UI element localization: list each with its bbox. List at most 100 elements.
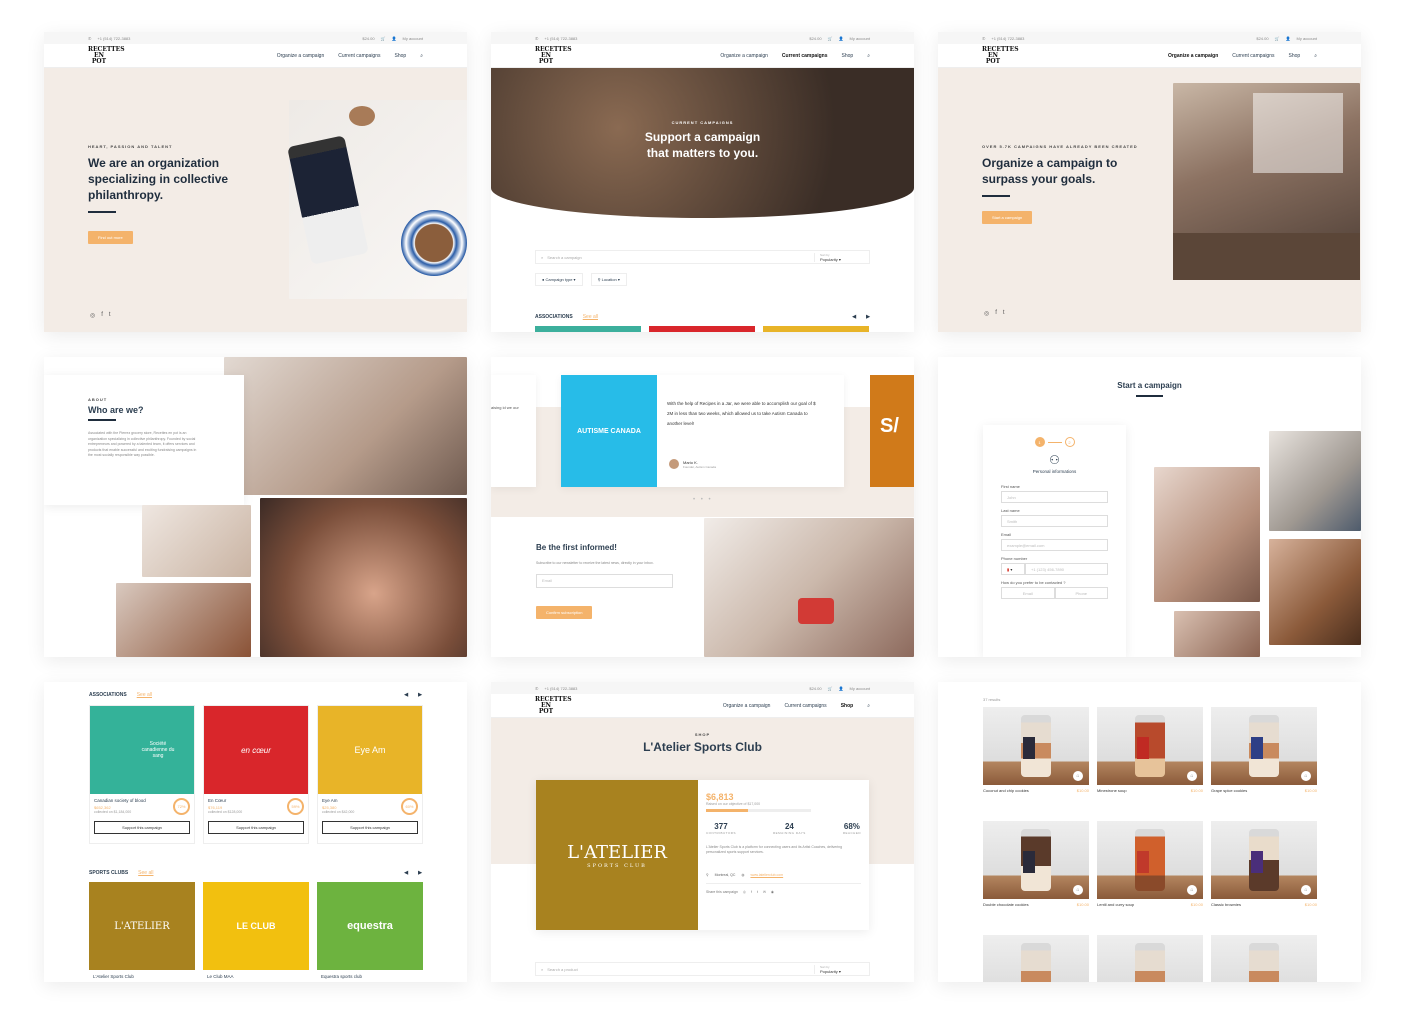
product-card[interactable]: ⌂ Double chocolate cookies $10.00 (983, 821, 1089, 911)
support-campaign-button[interactable]: Support this campaign (94, 821, 190, 834)
add-to-cart-icon[interactable]: ⌂ (1073, 771, 1083, 781)
account-link[interactable]: My account (403, 36, 423, 41)
cart-total[interactable]: $24.00 (362, 36, 374, 41)
cart-total[interactable]: $24.00 (809, 686, 821, 691)
see-all-link[interactable]: See all (583, 314, 598, 320)
product-card[interactable]: ⌂ Coconut and chip cookies $10.00 (983, 707, 1089, 797)
support-campaign-button[interactable]: Support this campaign (322, 821, 418, 834)
cart-icon[interactable]: 🛒 (1275, 36, 1280, 41)
account-link[interactable]: My account (850, 686, 870, 691)
start-campaign-button[interactable]: Start a campaign (982, 211, 1033, 224)
club-card[interactable]: L'ATELIER L'Atelier Sports Club (89, 882, 195, 982)
product-card[interactable]: ⌂ Grape spice cookies $10.00 (1211, 707, 1317, 797)
cart-total[interactable]: $24.00 (809, 36, 821, 41)
nav-shop[interactable]: Shop (1289, 53, 1301, 59)
contact-phone-option[interactable]: Phone (1054, 587, 1108, 599)
facebook-icon[interactable]: f (101, 312, 103, 319)
twitter-icon[interactable]: t (757, 890, 758, 894)
next-arrow-icon[interactable]: ▶ (418, 692, 422, 698)
campaign-website-link[interactable]: www.latelierclub.com (750, 873, 783, 877)
facebook-icon[interactable]: f (751, 890, 752, 894)
last-name-field[interactable]: Smith (1001, 515, 1108, 527)
product-card[interactable]: ⌂ Classic brownies $10.00 (1211, 821, 1317, 911)
first-name-field[interactable]: John (1001, 491, 1108, 503)
club-name[interactable]: Le Club MAA (203, 970, 309, 982)
carousel-dots[interactable]: • • • (693, 497, 713, 503)
club-name[interactable]: L'Atelier Sports Club (89, 970, 195, 982)
cart-icon[interactable]: 🛒 (828, 36, 833, 41)
logo[interactable]: RECETTES EN POT (535, 696, 572, 715)
contact-email-option[interactable]: Email (1001, 587, 1055, 599)
association-card[interactable] (649, 326, 755, 332)
pinterest-icon[interactable]: ◉ (771, 890, 774, 894)
account-link[interactable]: My account (850, 36, 870, 41)
next-testimonial-card[interactable]: S/ (870, 375, 914, 487)
campaign-type-filter[interactable]: ● Campaign type ▾ (535, 273, 583, 286)
phone-field[interactable]: +1 (123) 456-7890 (1025, 563, 1108, 575)
nav-current-campaigns[interactable]: Current campaigns (1232, 53, 1274, 59)
prev-arrow-icon[interactable]: ◀ (404, 692, 408, 698)
nav-current-campaigns[interactable]: Current campaigns (782, 53, 828, 59)
step-2[interactable]: 2 (1064, 437, 1075, 447)
logo[interactable]: RECETTES EN POT (982, 46, 1019, 65)
step-1[interactable]: 1 (1034, 437, 1045, 447)
add-to-cart-icon[interactable]: ⌂ (1187, 771, 1197, 781)
prev-arrow-icon[interactable]: ◀ (852, 314, 856, 320)
add-to-cart-icon[interactable]: ⌂ (1187, 885, 1197, 895)
twitter-icon[interactable]: t (1003, 310, 1005, 317)
phone-number[interactable]: +1 (514) 722-3883 (544, 686, 577, 691)
nav-organize[interactable]: Organize a campaign (1168, 53, 1218, 59)
search-icon[interactable]: ⌕ (867, 703, 870, 709)
email-field[interactable]: example@email.com (1001, 539, 1108, 551)
search-input[interactable]: Search a campaign (547, 255, 814, 260)
facebook-icon[interactable]: f (995, 310, 997, 317)
support-campaign-button[interactable]: Support this campaign (208, 821, 304, 834)
previous-testimonial-card[interactable]: aising id we our (491, 375, 536, 487)
cart-icon[interactable]: 🛒 (828, 686, 833, 691)
prev-arrow-icon[interactable]: ◀ (404, 870, 408, 876)
phone-number[interactable]: +1 (514) 722-3883 (991, 36, 1024, 41)
association-card[interactable] (535, 326, 641, 332)
nav-organize[interactable]: Organize a campaign (277, 53, 325, 59)
search-icon[interactable]: ⌕ (420, 53, 423, 59)
nav-current-campaigns[interactable]: Current campaigns (338, 53, 380, 59)
location-filter[interactable]: ⚲ Location ▾ (590, 273, 627, 286)
logo[interactable]: RECETTES EN POT (88, 46, 125, 65)
add-to-cart-icon[interactable]: ⌂ (1301, 771, 1311, 781)
see-all-link[interactable]: See all (138, 870, 153, 876)
campaign-name[interactable]: Canadian society of blood (94, 798, 146, 803)
instagram-icon[interactable]: ◎ (90, 312, 95, 319)
club-card[interactable]: LE CLUB Le Club MAA (203, 882, 309, 982)
next-arrow-icon[interactable]: ▶ (418, 870, 422, 876)
nav-shop[interactable]: Shop (842, 53, 854, 59)
association-card[interactable] (763, 326, 869, 332)
find-out-more-button[interactable]: Find out more (88, 231, 133, 244)
next-arrow-icon[interactable]: ▶ (866, 314, 870, 320)
mail-icon[interactable]: ✉ (763, 890, 766, 894)
nav-shop[interactable]: Shop (841, 703, 854, 709)
add-to-cart-icon[interactable]: ⌂ (1073, 885, 1083, 895)
email-input[interactable]: Email (536, 574, 673, 588)
phone-number[interactable]: +1 (514) 722-3883 (544, 36, 577, 41)
nav-organize[interactable]: Organize a campaign (720, 53, 768, 59)
product-card[interactable] (983, 935, 1089, 982)
sort-select[interactable]: Sort by Popularity ▾ (814, 964, 864, 974)
country-select[interactable]: ▮ ▾ (1001, 563, 1025, 575)
nav-shop[interactable]: Shop (395, 53, 407, 59)
campaign-name[interactable]: Eye Am (322, 798, 354, 803)
club-card[interactable]: equestra Equestra sports club (317, 882, 423, 982)
club-name[interactable]: Equestra sports club (317, 970, 423, 982)
campaign-name[interactable]: En Cœur (208, 798, 242, 803)
nav-organize[interactable]: Organize a campaign (723, 703, 771, 709)
nav-current-campaigns[interactable]: Current campaigns (784, 703, 826, 709)
add-to-cart-icon[interactable]: ⌂ (1301, 885, 1311, 895)
search-icon[interactable]: ⌕ (1314, 53, 1317, 59)
product-card[interactable] (1211, 935, 1317, 982)
confirm-subscription-button[interactable]: Confirm subscription (536, 606, 593, 619)
product-search-input[interactable]: Search a product (547, 967, 814, 972)
account-link[interactable]: My account (1297, 36, 1317, 41)
phone-number[interactable]: +1 (514) 722-3883 (97, 36, 130, 41)
search-icon[interactable]: ⌕ (867, 53, 870, 59)
see-all-link[interactable]: See all (137, 692, 152, 698)
twitter-icon[interactable]: t (109, 312, 111, 319)
